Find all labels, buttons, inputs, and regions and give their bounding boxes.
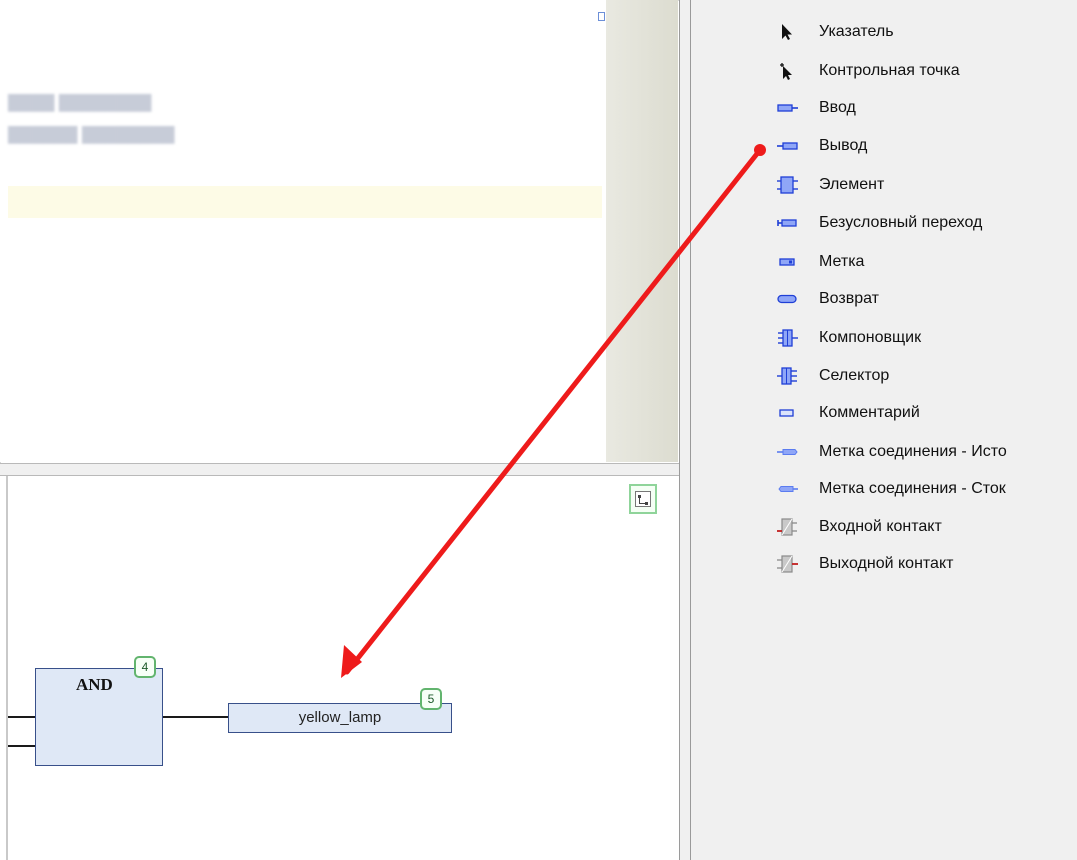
tool-input[interactable]: Ввод (777, 95, 856, 121)
declaration-scrollbar[interactable] (606, 0, 678, 462)
tool-box[interactable]: Элемент (777, 172, 884, 198)
composer-icon (777, 329, 799, 347)
tool-composer[interactable]: Компоновщик (777, 325, 921, 351)
declaration-editor[interactable] (0, 0, 606, 462)
input-wire (8, 716, 35, 718)
and-block-label: AND (76, 675, 113, 694)
connection-mark-sink-icon (777, 480, 799, 498)
comment-icon (777, 404, 799, 422)
jump-icon (777, 214, 799, 232)
tool-connection-mark-source[interactable]: Метка соединения - Исто (777, 439, 1007, 465)
execution-order-badge: 4 (134, 656, 156, 678)
tool-label: Контрольная точка (819, 62, 960, 79)
tool-label: Компоновщик (819, 329, 922, 346)
input-pin-icon (777, 518, 799, 536)
tool-jump[interactable]: Безусловный переход (777, 210, 982, 236)
tool-return[interactable]: Возврат (777, 286, 879, 312)
selector-icon (777, 367, 799, 385)
tool-label: Комментарий (819, 404, 920, 421)
network-left-rail (6, 476, 8, 860)
tool-checkpoint[interactable]: Контрольная точка (777, 58, 960, 84)
vertical-splitter[interactable] (679, 0, 691, 860)
tool-label: Входной контакт (819, 518, 942, 535)
toolbox-panel (691, 0, 1077, 860)
tool-label: Выходной контакт (819, 555, 954, 572)
horizontal-splitter[interactable] (0, 463, 681, 476)
auto-route-button[interactable] (629, 484, 657, 514)
tool-label: Метка соединения - Исто (819, 443, 1007, 460)
tool-label: Селектор (819, 367, 890, 384)
output-icon (777, 137, 799, 155)
tool-label: Безусловный переход (819, 214, 983, 231)
current-line-highlight (8, 186, 602, 218)
tool-output[interactable]: Вывод (777, 133, 867, 159)
output-wire (163, 716, 229, 718)
tool-comment[interactable]: Комментарий (777, 400, 920, 426)
blurred-declaration-line: ████ ████████ (8, 94, 152, 112)
input-wire (8, 745, 35, 747)
tool-label: Указатель (819, 23, 894, 40)
tool-connection-mark-sink[interactable]: Метка соединения - Сток (777, 476, 1006, 502)
execution-order-badge: 5 (420, 688, 442, 710)
tool-label: Метка соединения - Сток (819, 480, 1006, 497)
input-icon (777, 99, 799, 117)
blurred-declaration-line: ██████ ████████ (8, 126, 175, 144)
output-pin-icon (777, 555, 799, 573)
checkpoint-icon (777, 62, 799, 80)
output-variable-block[interactable]: yellow_lamp (228, 703, 452, 733)
tool-label: Вывод (819, 137, 868, 154)
scroll-marker (598, 12, 605, 21)
tool-output-pin[interactable]: Выходной контакт (777, 551, 953, 577)
box-icon (777, 176, 799, 194)
label-icon (777, 253, 799, 271)
tool-label-item[interactable]: Метка (777, 249, 864, 275)
pointer-icon (777, 23, 799, 41)
tool-selector[interactable]: Селектор (777, 363, 889, 389)
tool-label: Возврат (819, 290, 879, 307)
route-icon (635, 491, 651, 507)
tool-input-pin[interactable]: Входной контакт (777, 514, 942, 540)
tool-pointer[interactable]: Указатель (777, 19, 894, 45)
tool-label: Элемент (819, 176, 885, 193)
tool-label: Ввод (819, 99, 856, 116)
connection-mark-source-icon (777, 443, 799, 461)
tool-label: Метка (819, 253, 865, 270)
return-icon (777, 290, 799, 308)
